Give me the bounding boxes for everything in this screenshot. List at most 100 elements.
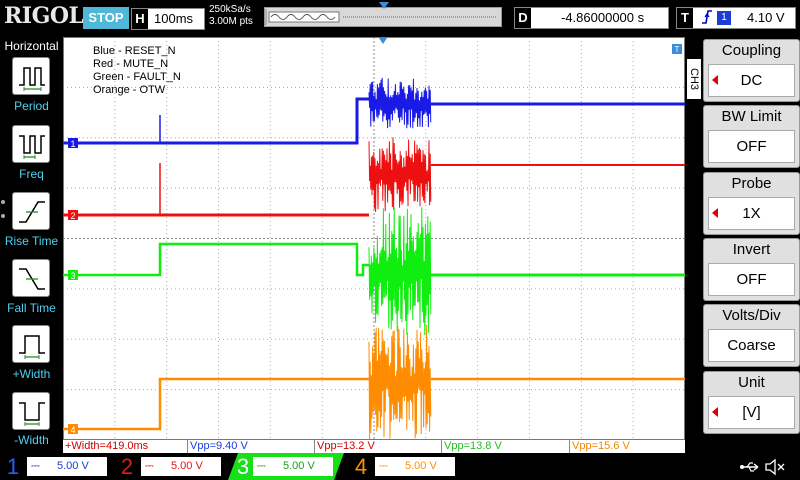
pos-width-button[interactable]: [12, 325, 50, 363]
channel-1-scale: 5.00 V: [57, 460, 89, 472]
run-stop-indicator[interactable]: STOP: [83, 7, 129, 29]
channel-2-marker-label: 2: [70, 211, 75, 221]
bw-limit-softkey[interactable]: BW Limit OFF: [703, 105, 800, 168]
acquisition-info: 250kSa/s 3.00M pts: [209, 4, 253, 28]
top-status-bar: RIGOL STOP H 100ms 250kSa/s 3.00M pts D …: [0, 0, 800, 37]
timebase-display[interactable]: H 100ms: [131, 8, 205, 30]
invert-value: OFF: [708, 263, 795, 296]
channel-markers: 1 2 3 4: [68, 138, 78, 435]
volts-div-softkey[interactable]: Volts/Div Coarse: [703, 304, 800, 367]
channel-1-status[interactable]: 1 ⎓ 5.00 V: [2, 453, 114, 480]
volts-div-value: Coarse: [708, 329, 795, 362]
invert-softkey[interactable]: Invert OFF: [703, 238, 800, 301]
trace-blue-reset: [63, 97, 369, 145]
channel-4-scale: 5.00 V: [405, 460, 437, 472]
fall-time-label: Fall Time: [7, 301, 56, 315]
pos-width-icon: [19, 335, 45, 359]
channel-2-scale: 5.00 V: [171, 460, 203, 472]
select-arrow-icon: [712, 75, 718, 85]
channel-3-marker-label: 3: [70, 271, 75, 281]
channel-bar: 1 ⎓ 5.00 V 2 ⎓ 5.00 V 3 ⎓ 5.00 V 4 ⎓ 5.0…: [0, 453, 800, 480]
rise-time-button[interactable]: [12, 192, 50, 230]
measurement-vpp-ch1[interactable]: Vpp=9.40 V: [187, 440, 248, 453]
signal-legend: Blue - RESET_NRed - MUTE_NGreen - FAULT_…: [93, 45, 181, 96]
trigger-display[interactable]: T 1 4.10 V: [676, 7, 796, 29]
legend-entry: Green - FAULT_N: [93, 71, 181, 83]
memory-waveform-icon: [265, 9, 497, 25]
timebase-value: 100ms: [154, 11, 194, 26]
channel-4-status[interactable]: 4 ⎓ 5.00 V: [350, 453, 462, 480]
channel-3-number: 3: [236, 454, 250, 479]
channel-4-marker-label: 4: [70, 425, 75, 435]
freq-label: Freq: [19, 167, 44, 181]
select-arrow-icon: [712, 208, 718, 218]
speaker-muted-icon[interactable]: [764, 458, 786, 476]
coupling-value: DC: [708, 64, 795, 97]
trigger-position-marker: [379, 38, 387, 44]
neg-width-icon: [19, 402, 45, 426]
timebase-label: H: [132, 9, 148, 29]
measurement-vpp-ch4[interactable]: Vpp=15.6 V: [569, 440, 630, 453]
rising-edge-icon: [701, 8, 713, 32]
measurement-pos-width[interactable]: +Width=419.0ms: [63, 440, 148, 453]
channel-3-status-active[interactable]: 3 ⎓ 5.00 V: [228, 453, 344, 480]
memory-position-bar[interactable]: [264, 2, 502, 27]
channel-2-scale-box: ⎓ 5.00 V: [141, 457, 221, 476]
neg-width-button[interactable]: [12, 392, 50, 430]
measurement-bar: +Width=419.0ms Vpp=9.40 V Vpp=13.2 V Vpp…: [63, 440, 685, 453]
trace-green-burst: [368, 207, 432, 336]
coupling-softkey[interactable]: Coupling DC: [703, 39, 800, 102]
trace-green-fault: [63, 242, 369, 277]
channel-tag: CH3: [687, 59, 701, 99]
delay-display[interactable]: D -4.86000000 s: [514, 7, 669, 29]
trace-orange-otw: [63, 377, 369, 431]
channel-1-scale-box: ⎓ 5.00 V: [27, 457, 107, 476]
probe-value: 1X: [708, 197, 795, 230]
trigger-label: T: [677, 8, 693, 28]
trace-orange-burst: [368, 325, 432, 440]
channel-3-scale: 5.00 V: [283, 460, 315, 472]
waveform-graticule: 1 2 3 4 Blue - RESET_NRed - MUTE_NGreen - F…: [63, 37, 685, 440]
unit-title: Unit: [738, 374, 765, 391]
menu-title: Horizontal: [4, 39, 59, 53]
dc-coupling-icon: ⎓: [145, 460, 154, 472]
fall-time-button[interactable]: [12, 259, 50, 297]
channel-1-number: 1: [6, 454, 20, 479]
legend-entry: Red - MUTE_N: [93, 58, 168, 70]
waveform-display[interactable]: 1 2 3 4 Blue - RESET_N Red - MUTE_N Green - F…: [63, 37, 685, 440]
measurement-vpp-ch3[interactable]: Vpp=13.8 V: [441, 440, 502, 453]
trace-blue-burst: [368, 77, 432, 129]
horizontal-menu: Horizontal Period Freq Rise Time Fall Ti…: [0, 37, 63, 447]
bw-limit-title: BW Limit: [721, 108, 782, 125]
unit-softkey[interactable]: Unit [V]: [703, 371, 800, 434]
probe-title: Probe: [731, 175, 772, 192]
neg-width-label: -Width: [14, 433, 49, 447]
period-icon: [19, 67, 45, 91]
channel-menu: CH3 Coupling DC BW Limit OFF Probe 1X In…: [685, 37, 800, 440]
invert-title: Invert: [732, 241, 771, 258]
trigger-level: 4.10 V: [747, 10, 785, 25]
trigger-level-marker-label: T: [675, 45, 680, 54]
dc-coupling-icon: ⎓: [257, 460, 266, 472]
measurement-vpp-ch2[interactable]: Vpp=13.2 V: [314, 440, 375, 453]
delay-label: D: [515, 8, 531, 28]
rise-time-icon: [19, 201, 45, 223]
trigger-position-marker[interactable]: [379, 2, 389, 9]
pos-width-label: +Width: [12, 367, 51, 381]
trace-red-burst: [368, 137, 432, 213]
channel-2-status[interactable]: 2 ⎓ 5.00 V: [116, 453, 228, 480]
period-button[interactable]: [12, 57, 50, 95]
channel-2-number: 2: [120, 454, 134, 479]
probe-softkey[interactable]: Probe 1X: [703, 172, 800, 235]
rise-time-label: Rise Time: [4, 234, 59, 248]
menu-page-dot: [1, 200, 5, 204]
trigger-markers: T: [379, 38, 682, 54]
legend-entry: Blue - RESET_N: [93, 45, 176, 57]
channel-3-scale-box: ⎓ 5.00 V: [253, 457, 333, 476]
freq-icon: [19, 135, 45, 159]
unit-value: [V]: [708, 396, 795, 429]
select-arrow-icon: [712, 407, 718, 417]
freq-button[interactable]: [12, 125, 50, 163]
channel-4-number: 4: [354, 454, 368, 479]
usb-icon: [740, 462, 759, 472]
